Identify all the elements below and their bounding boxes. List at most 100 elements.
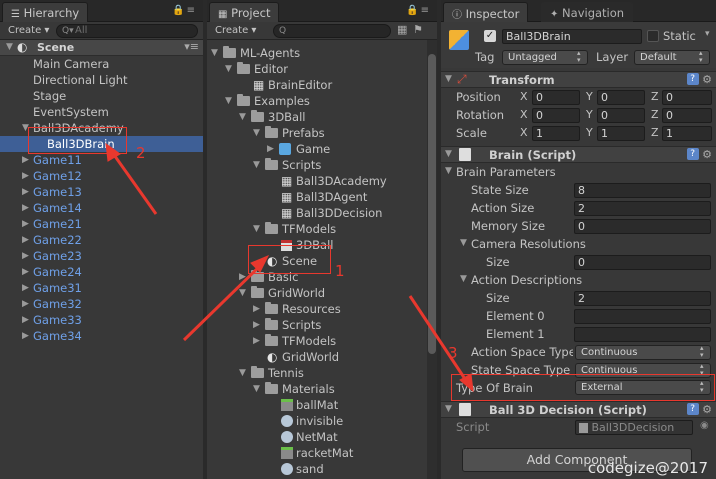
scene-header[interactable]: ▼ ◐ Scene ▾≡	[0, 40, 203, 56]
collapsed-arrow-icon[interactable]: ▶	[267, 141, 274, 157]
expand-arrow-icon[interactable]: ▼	[445, 74, 452, 84]
expand-arrow-icon[interactable]: ▼	[225, 93, 232, 109]
expand-arrow-icon[interactable]: ▼	[445, 404, 452, 414]
scale-x-field[interactable]: 1	[532, 126, 580, 141]
static-checkbox[interactable]	[647, 30, 659, 42]
help-icon[interactable]: ?	[686, 73, 699, 85]
camera-size-field[interactable]: 0	[574, 255, 711, 270]
layer-dropdown[interactable]: Default	[634, 50, 710, 65]
hierarchy-item-game[interactable]: ▶ Game22	[0, 232, 203, 248]
filter-by-label-icon[interactable]: ⚑	[413, 23, 423, 36]
project-material-invisible[interactable]: invisible	[207, 413, 427, 429]
tab-project[interactable]: ▦ Project	[209, 2, 280, 22]
expand-arrow-icon[interactable]: ▼	[239, 285, 246, 301]
project-folder-ml-agents[interactable]: ▼ ML-Agents	[207, 45, 427, 61]
collapsed-arrow-icon[interactable]: ▶	[22, 232, 29, 248]
project-file-ball3dagent[interactable]: ▦ Ball3DAgent	[207, 189, 427, 205]
project-folder-3dball[interactable]: ▼ 3DBall	[207, 109, 427, 125]
hierarchy-item-game[interactable]: ▶ Game12	[0, 168, 203, 184]
expand-arrow-icon[interactable]: ▼	[225, 61, 232, 77]
expand-arrow-icon[interactable]: ▼	[6, 42, 13, 52]
project-folder-tennis[interactable]: ▼ Tennis	[207, 365, 427, 381]
project-folder-resources[interactable]: ▶ Resources	[207, 301, 427, 317]
object-picker-icon[interactable]: ◉	[700, 420, 709, 431]
hierarchy-item-game[interactable]: ▶ Game11	[0, 152, 203, 168]
state-size-field[interactable]: 8	[574, 183, 711, 198]
collapsed-arrow-icon[interactable]: ▶	[22, 248, 29, 264]
brain-section-header[interactable]: ▼ Brain (Script) ? ⚙	[441, 146, 716, 163]
project-folder-prefabs[interactable]: ▼ Prefabs	[207, 125, 427, 141]
collapsed-arrow-icon[interactable]: ▶	[22, 264, 29, 280]
hierarchy-item-game[interactable]: ▶ Game13	[0, 184, 203, 200]
hierarchy-item-main-camera[interactable]: Main Camera	[0, 56, 203, 72]
collapsed-arrow-icon[interactable]: ▶	[22, 312, 29, 328]
project-search-input[interactable]: Q	[273, 24, 391, 38]
collapsed-arrow-icon[interactable]: ▶	[22, 328, 29, 344]
project-folder-gridworld[interactable]: ▼ GridWorld	[207, 285, 427, 301]
project-material-racketmat[interactable]: racketMat	[207, 445, 427, 461]
collapsed-arrow-icon[interactable]: ▶	[239, 269, 246, 285]
hierarchy-item-game[interactable]: ▶ Game24	[0, 264, 203, 280]
expand-arrow-icon[interactable]: ▼	[253, 125, 260, 141]
element1-field[interactable]	[574, 327, 711, 342]
expand-arrow-icon[interactable]: ▼	[253, 157, 260, 173]
collapsed-arrow-icon[interactable]: ▶	[253, 317, 260, 333]
hierarchy-item-eventsystem[interactable]: EventSystem	[0, 104, 203, 120]
project-scrollbar-thumb[interactable]	[428, 54, 436, 354]
collapsed-arrow-icon[interactable]: ▶	[22, 184, 29, 200]
collapsed-arrow-icon[interactable]: ▶	[253, 301, 260, 317]
collapsed-arrow-icon[interactable]: ▶	[22, 216, 29, 232]
collapsed-arrow-icon[interactable]: ▶	[22, 280, 29, 296]
project-scrollbar[interactable]	[427, 40, 437, 479]
component-menu-icons[interactable]: ? ⚙	[686, 73, 712, 86]
scale-y-field[interactable]: 1	[597, 126, 645, 141]
hierarchy-item-stage[interactable]: Stage	[0, 88, 203, 104]
filter-by-type-icon[interactable]: ▦	[397, 23, 407, 36]
project-tab-menu-icon[interactable]: 🔒≡	[406, 5, 431, 16]
collapsed-arrow-icon[interactable]: ▶	[253, 333, 260, 349]
memory-size-field[interactable]: 0	[574, 219, 711, 234]
project-folder-editor[interactable]: ▼ Editor	[207, 61, 427, 77]
project-folder-scripts[interactable]: ▼ Scripts	[207, 157, 427, 173]
position-z-field[interactable]: 0	[662, 90, 712, 105]
hierarchy-item-game[interactable]: ▶ Game21	[0, 216, 203, 232]
expand-arrow-icon[interactable]: ▼	[460, 238, 467, 248]
project-prefab-game[interactable]: ▶ Game	[207, 141, 427, 157]
hierarchy-item-game[interactable]: ▶ Game33	[0, 312, 203, 328]
component-menu-icons[interactable]: ? ⚙	[686, 148, 712, 161]
collapsed-arrow-icon[interactable]: ▶	[22, 200, 29, 216]
position-x-field[interactable]: 0	[532, 90, 580, 105]
scale-z-field[interactable]: 1	[662, 126, 712, 141]
component-menu-icons[interactable]: ? ⚙	[686, 403, 712, 416]
hierarchy-item-game[interactable]: ▶ Game14	[0, 200, 203, 216]
project-material-sand[interactable]: sand	[207, 461, 427, 477]
action-desc-size-field[interactable]: 2	[574, 291, 711, 306]
action-space-dropdown[interactable]: Continuous	[575, 345, 711, 360]
hierarchy-item-directional-light[interactable]: Directional Light	[0, 72, 203, 88]
project-folder-tfmodels[interactable]: ▼ TFModels	[207, 221, 427, 237]
expand-arrow-icon[interactable]: ▼	[460, 274, 467, 284]
project-create-button[interactable]: Create ▾	[211, 24, 260, 38]
hierarchy-item-game[interactable]: ▶ Game31	[0, 280, 203, 296]
tab-inspector[interactable]: ⓘ Inspector	[443, 2, 529, 22]
expand-arrow-icon[interactable]: ▼	[253, 381, 260, 397]
collapsed-arrow-icon[interactable]: ▶	[22, 168, 29, 184]
scene-menu-icon[interactable]: ▾≡	[184, 40, 199, 53]
hierarchy-item-game[interactable]: ▶ Game23	[0, 248, 203, 264]
project-file-braineditor[interactable]: ▦ BrainEditor	[207, 77, 427, 93]
decision-section-header[interactable]: ▼ Ball 3D Decision (Script) ? ⚙	[441, 401, 716, 418]
help-icon[interactable]: ?	[686, 403, 699, 415]
collapsed-arrow-icon[interactable]: ▶	[22, 152, 29, 168]
rotation-z-field[interactable]: 0	[662, 108, 712, 123]
tag-dropdown[interactable]: Untagged	[502, 50, 588, 65]
hierarchy-item-game[interactable]: ▶ Game34	[0, 328, 203, 344]
hierarchy-item-game[interactable]: ▶ Game32	[0, 296, 203, 312]
action-size-field[interactable]: 2	[574, 201, 711, 216]
hierarchy-search-input[interactable]: Q▾ All	[56, 24, 198, 38]
position-y-field[interactable]: 0	[597, 90, 645, 105]
transform-section-header[interactable]: ▼ ⤢ Transform ? ⚙	[441, 71, 716, 88]
project-folder-materials[interactable]: ▼ Materials	[207, 381, 427, 397]
element0-field[interactable]	[574, 309, 711, 324]
object-name-field[interactable]: Ball3DBrain	[502, 29, 642, 44]
active-checkbox[interactable]: ✓	[484, 30, 496, 42]
